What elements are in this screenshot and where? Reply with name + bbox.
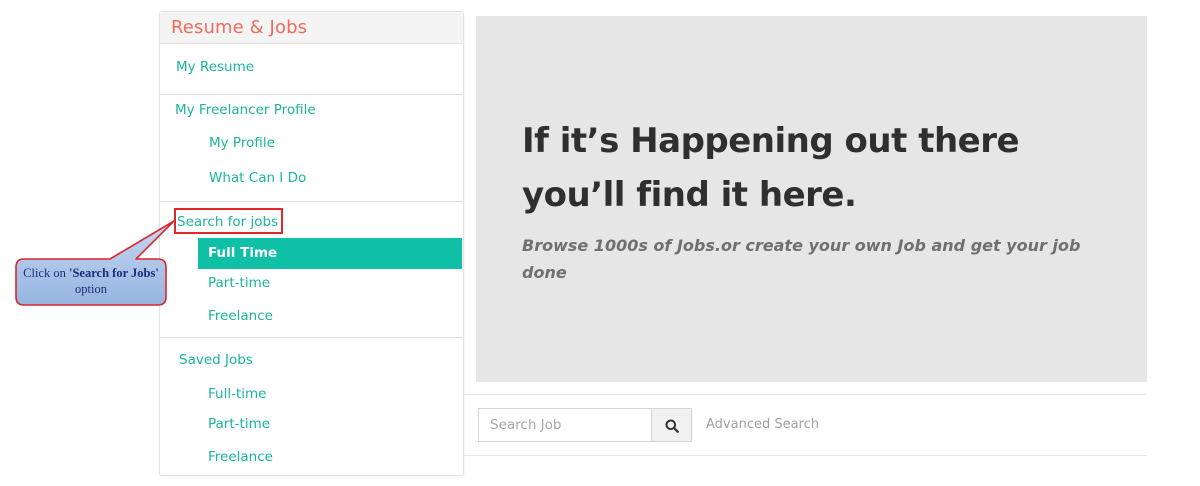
hero-title: If it’s Happening out there you’ll find … xyxy=(522,121,1020,215)
divider xyxy=(160,94,463,95)
hero-subtitle: Browse 1000s of Jobs.or create your own … xyxy=(522,236,1081,282)
sidebar-item-part-time[interactable]: Part-time xyxy=(208,275,270,291)
sidebar-item-search-for-jobs[interactable]: Search for jobs xyxy=(177,214,278,230)
search-icon xyxy=(665,419,679,433)
sidebar-item-what-can-i-do[interactable]: What Can I Do xyxy=(209,170,306,186)
sidebar-item-full-time-active[interactable]: Full Time xyxy=(198,238,462,269)
sidebar-item-my-resume[interactable]: My Resume xyxy=(176,59,254,75)
divider xyxy=(160,201,463,202)
sidebar: Resume & Jobs My Resume My Freelancer Pr… xyxy=(159,11,464,476)
sidebar-item-saved-part-time[interactable]: Part-time xyxy=(208,416,270,432)
sidebar-item-saved-full-time[interactable]: Full-time xyxy=(208,386,266,402)
sidebar-item-freelance[interactable]: Freelance xyxy=(208,308,273,324)
sidebar-title: Resume & Jobs xyxy=(171,17,308,38)
advanced-search-link[interactable]: Advanced Search xyxy=(706,417,819,432)
divider xyxy=(464,394,1147,395)
divider xyxy=(464,455,1147,456)
callout-text: Click on 'Search for Jobs' option xyxy=(23,266,159,296)
sidebar-item-saved-freelance[interactable]: Freelance xyxy=(208,449,273,465)
sidebar-item-label: Full Time xyxy=(208,245,278,261)
search-input[interactable] xyxy=(478,408,651,442)
sidebar-item-my-profile[interactable]: My Profile xyxy=(209,135,275,151)
sidebar-item-saved-jobs[interactable]: Saved Jobs xyxy=(179,352,253,368)
sidebar-header: Resume & Jobs xyxy=(160,12,463,44)
divider xyxy=(160,337,463,338)
sidebar-item-freelancer-profile[interactable]: My Freelancer Profile xyxy=(175,102,316,118)
search-button[interactable] xyxy=(651,408,692,442)
hero-banner: If it’s Happening out there you’ll find … xyxy=(476,16,1147,382)
